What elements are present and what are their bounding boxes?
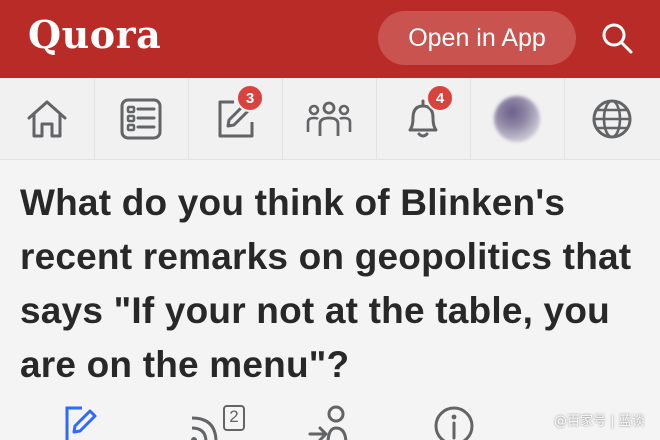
question-title[interactable]: What do you think of Blinken's recent re… [20,176,648,392]
nav-spaces[interactable] [282,78,376,160]
nav-bar: 3 4 [0,78,660,160]
avatar [494,96,540,142]
request-answer-icon [308,405,348,440]
watermark: @百家号 | 蓝谈 [554,414,645,429]
notifications-badge: 4 [426,84,454,112]
nav-language[interactable] [564,78,660,160]
info-button[interactable] [432,404,476,440]
nav-notifications[interactable]: 4 [376,78,470,160]
answer-pencil-icon [65,406,97,440]
search-icon[interactable] [600,21,634,55]
nav-following[interactable] [94,78,188,160]
follow-count: 2 [229,407,239,426]
globe-icon [592,99,632,139]
request-answer-button[interactable] [306,404,350,440]
nav-home[interactable] [0,78,94,160]
nav-profile[interactable] [470,78,564,160]
home-icon [27,100,67,138]
following-list-icon [120,98,162,140]
quora-logo[interactable]: Quora [28,12,161,57]
open-in-app-button[interactable]: Open in App [378,11,576,65]
info-icon [434,406,474,440]
follow-question-icon [191,405,245,440]
top-header: Quora Open in App [0,0,660,78]
nav-answer[interactable]: 3 [188,78,282,160]
spaces-icon [306,101,352,136]
follow-question-button[interactable]: 2 [188,404,258,440]
answer-badge: 3 [236,84,264,112]
answer-button[interactable] [62,404,102,440]
